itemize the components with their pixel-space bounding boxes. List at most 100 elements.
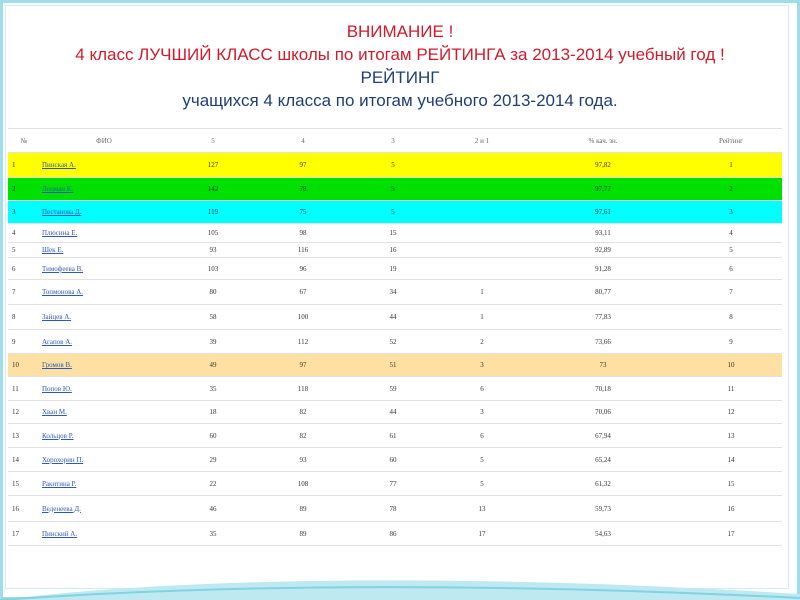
attention-line: ВНИМАНИЕ ! [346,22,454,41]
cell-grade-4: 89 [258,521,348,546]
student-name-link[interactable]: Лоцман К. [42,185,73,193]
student-name-link[interactable]: Шек Е. [42,246,63,254]
cell-grade-2-1: 3 [438,353,526,377]
cell-name[interactable]: Шек Е. [40,242,168,258]
cell-name[interactable]: Пинский А. [40,521,168,546]
decorative-swoosh [0,580,800,600]
table-row: 7 Топмонова А. 80 67 34 1 80,77 7 [8,279,782,305]
student-name-link[interactable]: Топмонова А. [42,288,83,296]
table-row: 6 Тимофеева В. 103 96 19 91,28 6 [8,257,782,280]
table-row: 11 Попов Ю. 35 118 59 6 70,18 11 [8,376,782,401]
student-name-link[interactable]: Пинская А. [42,161,76,169]
student-name-link[interactable]: Хван М. [42,408,67,416]
table-body: 1 Пинская А. 127 97 5 97,82 1 2 Лоцман К. 142 78 5 9… [8,152,782,546]
cell-name[interactable]: Лоцман К. [40,177,168,201]
cell-quality: 93,11 [526,223,680,243]
cell-grade-5: 35 [168,521,258,546]
cell-number: 16 [8,495,40,522]
cell-rank: 10 [680,353,782,377]
cell-grade-4: 97 [258,152,348,178]
cell-grade-5: 46 [168,495,258,522]
cell-name[interactable]: Громов В. [40,353,168,377]
cell-grade-2-1: 13 [438,495,526,522]
student-name-link[interactable]: Кольцов Р. [42,432,73,440]
cell-name[interactable]: Тимофеева В. [40,257,168,280]
table-row: 8 Зайцев А. 58 100 44 1 77,83 8 [8,304,782,330]
cell-rank: 1 [680,152,782,178]
cell-rank: 2 [680,177,782,201]
student-name-link[interactable]: Плюсина Е. [42,229,77,237]
cell-name[interactable]: Пестанова Д. [40,200,168,224]
student-name-link[interactable]: Попов Ю. [42,385,72,393]
cell-number: 10 [8,353,40,377]
cell-grade-3: 34 [348,279,438,305]
cell-grade-3: 77 [348,471,438,496]
cell-grade-4: 97 [258,353,348,377]
cell-name[interactable]: Попов Ю. [40,376,168,401]
cell-grade-5: 103 [168,257,258,280]
cell-quality: 70,18 [526,376,680,401]
student-name-link[interactable]: Веденеева Д. [42,505,81,513]
cell-grade-2-1: 1 [438,279,526,305]
table-row: 3 Пестанова Д. 119 75 5 97,61 3 [8,200,782,224]
cell-grade-5: 119 [168,200,258,224]
cell-number: 9 [8,329,40,354]
cell-grade-4: 78 [258,177,348,201]
cell-rank: 5 [680,242,782,258]
cell-quality: 97,82 [526,152,680,178]
cell-number: 4 [8,223,40,243]
cell-grade-3: 19 [348,257,438,280]
cell-grade-2-1: 5 [438,471,526,496]
cell-number: 13 [8,423,40,448]
best-class-line: 4 класс ЛУЧШИЙ КЛАСС школы по итогам РЕЙ… [75,45,725,64]
cell-grade-3: 5 [348,177,438,201]
cell-grade-3: 78 [348,495,438,522]
cell-name[interactable]: Хван М. [40,400,168,424]
table-row: 10 Громов В. 49 97 51 3 73 10 [8,353,782,377]
student-name-link[interactable]: Агапов А. [42,338,72,346]
cell-name[interactable]: Ракитина Р. [40,471,168,496]
cell-number: 11 [8,376,40,401]
cell-rank: 11 [680,376,782,401]
student-name-link[interactable]: Громов В. [42,361,72,369]
cell-grade-5: 22 [168,471,258,496]
rating-table: № ФИО 5 4 3 2 и 1 % кач. зн. Рейтинг 1 Пи… [8,128,782,546]
student-name-link[interactable]: Пинский А. [42,530,77,538]
cell-grade-4: 112 [258,329,348,354]
cell-grade-5: 29 [168,447,258,472]
cell-quality: 73 [526,353,680,377]
cell-name[interactable]: Кольцов Р. [40,423,168,448]
cell-name[interactable]: Пинская А. [40,152,168,178]
cell-name[interactable]: Хорохорин П. [40,447,168,472]
cell-quality: 61,32 [526,471,680,496]
student-name-link[interactable]: Тимофеева В. [42,265,83,273]
header-name: ФИО [40,128,168,153]
cell-name[interactable]: Зайцев А. [40,304,168,330]
cell-grade-3: 59 [348,376,438,401]
cell-grade-4: 93 [258,447,348,472]
cell-grade-5: 35 [168,376,258,401]
cell-grade-4: 100 [258,304,348,330]
cell-name[interactable]: Плюсина Е. [40,223,168,243]
student-name-link[interactable]: Ракитина Р. [42,480,76,488]
cell-name[interactable]: Веденеева Д. [40,495,168,522]
cell-quality: 92,89 [526,242,680,258]
cell-grade-4: 75 [258,200,348,224]
student-name-link[interactable]: Хорохорин П. [42,456,83,464]
cell-grade-5: 127 [168,152,258,178]
cell-quality: 77,83 [526,304,680,330]
header-grade-2-1: 2 и 1 [438,128,526,153]
cell-grade-2-1 [438,200,526,224]
cell-grade-2-1 [438,223,526,243]
cell-grade-3: 61 [348,423,438,448]
cell-grade-2-1: 6 [438,423,526,448]
student-name-link[interactable]: Пестанова Д. [42,208,82,216]
cell-grade-2-1: 5 [438,447,526,472]
cell-rank: 12 [680,400,782,424]
cell-grade-4: 82 [258,400,348,424]
cell-name[interactable]: Агапов А. [40,329,168,354]
cell-name[interactable]: Топмонова А. [40,279,168,305]
student-name-link[interactable]: Зайцев А. [42,313,71,321]
header-grade-5: 5 [168,128,258,153]
cell-grade-2-1 [438,242,526,258]
